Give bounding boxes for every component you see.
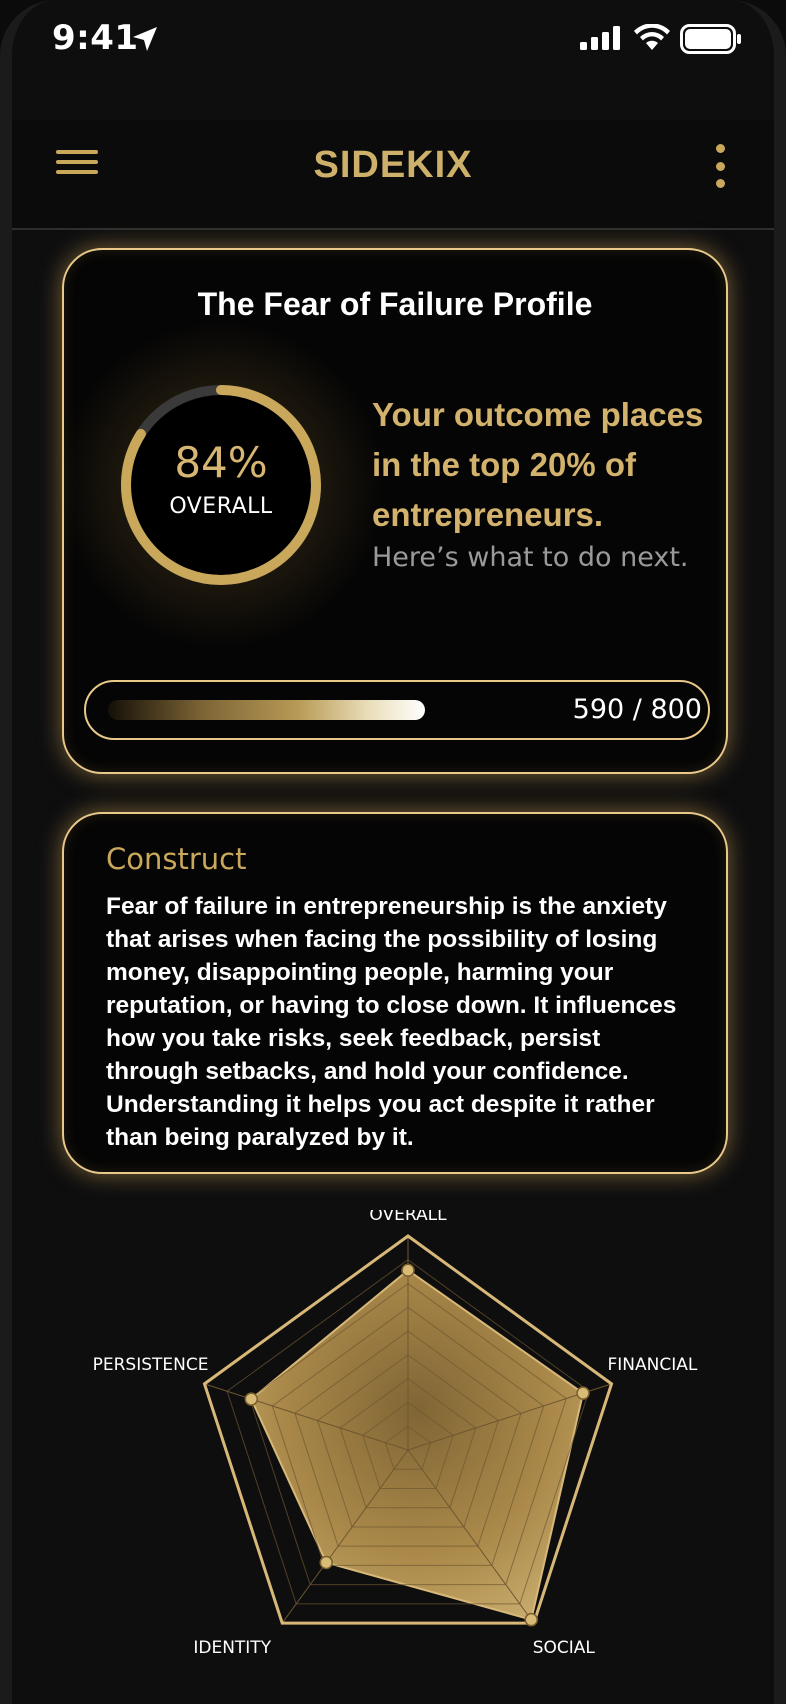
radar-label-identity: IDENTITY bbox=[193, 1638, 271, 1658]
radar-label-persistence: PERSISTENCE bbox=[93, 1355, 209, 1375]
score-fill bbox=[108, 700, 426, 720]
top-nav-bar: SIDEKIX bbox=[12, 120, 774, 230]
construct-description: Fear of failure in entrepreneurship is t… bbox=[106, 893, 677, 1151]
dot bbox=[715, 144, 725, 153]
radar-point-financial bbox=[576, 1386, 590, 1400]
cellular-signal-icon bbox=[580, 26, 620, 50]
radar-point-persistence bbox=[244, 1392, 259, 1406]
score-progress-bar: 590 / 800 bbox=[84, 680, 710, 740]
radar-label-social: SOCIAL bbox=[533, 1638, 596, 1658]
radar-chart: OVERALL FINANCIAL SOCIAL IDENTITY PERSISTENC… bbox=[93, 1210, 698, 1658]
radar-label-financial: FINANCIAL bbox=[608, 1355, 698, 1375]
outcome-statement: Your outcome places in the top 20% of en… bbox=[372, 396, 704, 533]
profile-title: The Fear of Failure Profile bbox=[197, 286, 593, 322]
dot bbox=[715, 161, 725, 171]
status-time: 9:41 bbox=[52, 18, 139, 58]
radar-point-social bbox=[524, 1612, 539, 1627]
overall-label: OVERALL bbox=[169, 494, 273, 519]
radar-point-overall bbox=[401, 1263, 415, 1277]
phone-screen: 9:41 SIDEKIX The Fear of Failure Profile… bbox=[0, 0, 786, 1704]
more-options-button[interactable] bbox=[710, 144, 730, 188]
dot bbox=[715, 179, 725, 188]
menu-line bbox=[56, 170, 98, 174]
score-value: 590 / 800 bbox=[572, 694, 702, 725]
app-logo: SIDEKIX bbox=[313, 144, 473, 186]
overall-gauge: 84% OVERALL bbox=[56, 320, 386, 650]
overall-percent: 84% bbox=[174, 438, 268, 487]
score-track bbox=[108, 700, 538, 720]
radar-label-overall: OVERALL bbox=[369, 1210, 447, 1225]
profile-card: The Fear of Failure Profile 84% OVERALL … bbox=[56, 248, 728, 774]
next-step-link[interactable]: Here’s what to do next. bbox=[372, 542, 722, 573]
construct-card: Construct Fear of failure in entrepreneu… bbox=[62, 812, 728, 1174]
wifi-icon bbox=[634, 24, 670, 50]
hamburger-menu-button[interactable] bbox=[56, 144, 98, 186]
status-bar: 9:41 bbox=[12, 0, 774, 90]
radar-data-area bbox=[250, 1268, 585, 1621]
location-arrow-icon bbox=[133, 27, 157, 51]
battery-icon bbox=[680, 24, 741, 54]
menu-line bbox=[56, 150, 98, 154]
radar-point-identity bbox=[319, 1555, 333, 1570]
menu-line bbox=[56, 160, 98, 164]
construct-title: Construct bbox=[106, 842, 247, 876]
